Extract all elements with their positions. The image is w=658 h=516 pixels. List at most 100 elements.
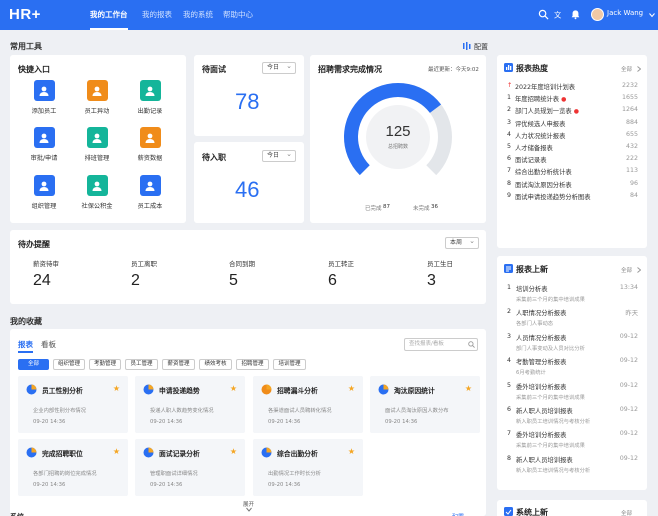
hot-reports-more[interactable]: 全部 [621,65,632,73]
user-name[interactable]: Jack Wang [607,9,643,17]
todo-resign[interactable]: 员工离职 2 [131,258,157,290]
app-logo[interactable]: HR+ [9,6,41,23]
todo-salary[interactable]: 薪资待审 24 [33,258,59,290]
filter-chip[interactable]: 全部 [18,359,49,370]
todo-contract[interactable]: 合同到期 5 [229,258,255,290]
system-icon [504,507,513,516]
todo-card: 待办提醒 本周 薪资待审24 员工离职2 合同到期5 员工转正6 员工生日3 [10,230,486,304]
nav-reports[interactable]: 我的报表 [142,0,172,30]
nav-systems[interactable]: 我的系统 [183,0,213,30]
search-icon[interactable] [538,9,549,20]
new-report-item[interactable]: 3 人员情况分析报表 部门人事变动及人员对比分析 09-12 [507,333,638,360]
quick-entry-label: 社保公积金 [81,203,113,210]
hot-report-item[interactable]: 4 人力状况统计报表 655 [507,131,638,142]
todo-birthday[interactable]: 员工生日 3 [427,258,453,290]
new-report-desc: 6月考勤统计 [516,370,546,377]
new-report-time: 09-12 [619,381,638,389]
interview-period-select[interactable]: 今日 [262,61,296,74]
hot-report-item[interactable]: 5 人才储备报表 432 [507,143,638,154]
rank-number: 2 [507,308,512,316]
quick-entry-label: 审批/申请 [30,155,58,162]
hot-report-name: 面试申请投递趋势分析图表 [515,193,591,201]
quick-entry-user-change[interactable]: 员工异动 [77,80,117,115]
hot-report-item[interactable]: 3 评优候选人申报表 884 [507,119,638,130]
quick-entry-approval[interactable]: 审批/申请 [24,127,64,162]
star-icon[interactable]: ★ [113,384,120,393]
bell-icon[interactable] [570,9,581,20]
tab-dashboards[interactable]: 看板 [41,339,56,350]
favorite-report-card[interactable]: 完成招聘职位 ★ 各部门招聘的岗位完成情况 09-20 14:36 [18,439,128,496]
system-new-more[interactable]: 全部 [621,509,632,516]
star-icon[interactable]: ★ [230,447,237,456]
favorite-date: 09-20 14:36 [33,482,66,488]
star-icon[interactable]: ★ [348,384,355,393]
star-icon[interactable]: ★ [113,447,120,456]
star-icon[interactable]: ★ [230,384,237,393]
favorite-date: 09-20 14:36 [268,419,301,425]
new-reports-more[interactable]: 全部 [621,266,632,274]
hot-report-item[interactable]: 1 年度招聘统计表 ● 1655 [507,94,638,105]
new-report-item[interactable]: 6 新人职人员培训报表 新入职员工培训情况与考核分析 09-12 [507,406,638,433]
favorite-report-card[interactable]: 申请投递趋势 ★ 投递人职人数趋势变化情况 09-20 14:36 [135,376,245,433]
chevron-right-icon[interactable] [637,66,641,72]
favorite-report-card[interactable]: 综合出勤分析 ★ 出勤情况工作时长分析 09-20 14:36 [253,439,363,496]
new-report-time: 09-12 [619,430,638,438]
bottom-config-link[interactable]: 配置 [452,512,464,516]
hot-report-count: 96 [629,179,638,187]
filter-chip[interactable]: 培训管理 [273,359,306,370]
quick-entry-add-user[interactable]: 添加员工 [24,80,64,115]
new-report-item[interactable]: 4 考勤管理分析报表 6月考勤统计 09-12 [507,357,638,384]
new-report-item[interactable]: 1 培训分析表 采集前三个月的集中培训成果 13:34 [507,284,638,311]
star-icon[interactable]: ★ [348,447,355,456]
favorite-desc: 各渠道面试人员聘转化情况 [268,408,332,414]
new-report-item[interactable]: 8 新人职人员培训报表 新入职员工培训情况与考核分析 09-12 [507,455,638,482]
favorite-report-card[interactable]: 淘汰原因统计 ★ 面试人员淘汰原因人数分布 09-20 14:36 [370,376,480,433]
favorite-date: 09-20 14:36 [33,419,66,425]
hot-report-item[interactable]: 2 部门人员规划一览表 ● 1264 [507,106,638,117]
chevron-down-icon[interactable] [649,12,655,18]
avatar[interactable] [591,8,604,21]
new-report-item[interactable]: 7 委外培训分析报表 采集前三个月的集中培训成果 09-12 [507,430,638,457]
tab-reports[interactable]: 报表 [18,339,33,350]
filter-chip[interactable]: 考勤管理 [89,359,121,370]
new-report-item[interactable]: 2 人职情况分析报表 各部门人事动态 昨天 [507,308,638,335]
nav-workbench[interactable]: 我的工作台 [86,0,132,30]
hot-report-item[interactable]: ↑ 2022年度培训计划表 2232 [507,82,638,93]
favorites-search-input[interactable]: 查找报表/看板 [404,338,478,351]
favorite-name: 淘汰原因统计 [394,387,435,395]
filter-chip[interactable]: 组织管理 [53,359,85,370]
quick-entry-calendar[interactable]: 出勤记录 [130,80,170,115]
favorite-report-card[interactable]: 面试记录分析 ★ 管理职面试详细情况 09-20 14:36 [135,439,245,496]
favorite-report-card[interactable]: 员工性别分析 ★ 企业内部性别分布情况 09-20 14:36 [18,376,128,433]
star-icon[interactable]: ★ [465,384,472,393]
interview-count: 78 [235,89,260,114]
filter-chip[interactable]: 员工管理 [125,359,158,370]
new-report-item[interactable]: 5 委外培训分析报表 采集前三个月的集中培训成果 09-12 [507,382,638,409]
onboard-period-select[interactable]: 今日 [262,149,296,162]
quick-entry-house[interactable]: 社保公积金 [77,175,117,210]
filter-chip[interactable]: 薪资管理 [162,359,195,370]
filter-chip[interactable]: 绩效考核 [199,359,232,370]
config-link[interactable]: 配置 [474,42,488,52]
translate-icon[interactable]: 文 [554,9,565,20]
chevron-right-icon[interactable] [637,267,641,273]
rank-number: 6 [507,406,512,413]
hot-report-item[interactable]: 6 面试记录表 222 [507,155,638,166]
search-icon[interactable] [468,341,475,348]
filter-chip[interactable]: 招聘管理 [236,359,269,370]
quick-entry-salary[interactable]: 薪资数据 [130,127,170,162]
hot-report-count: 432 [625,143,638,150]
nav-help[interactable]: 帮助中心 [223,0,253,30]
quick-entry-cost[interactable]: 员工成本 [130,175,170,210]
hot-report-item[interactable]: 7 综合出勤分析统计表 113 [507,167,638,178]
quick-entry-org[interactable]: 组织管理 [24,175,64,210]
chevron-down-icon[interactable] [246,507,252,512]
hot-report-item[interactable]: 8 面试淘汰原因分析表 96 [507,180,638,191]
new-report-name: 新人职人员培训报表 [516,408,573,415]
todo-period-select[interactable]: 本周 [445,236,479,249]
favorite-report-card[interactable]: 招聘漏斗分析 ★ 各渠道面试人员聘转化情况 09-20 14:36 [253,376,363,433]
settings-icon[interactable] [463,42,471,50]
hot-report-item[interactable]: 9 面试申请投递趋势分析图表 84 [507,192,638,203]
todo-regular[interactable]: 员工转正 6 [328,258,354,290]
quick-entry-schedule[interactable]: 排班管理 [77,127,117,162]
